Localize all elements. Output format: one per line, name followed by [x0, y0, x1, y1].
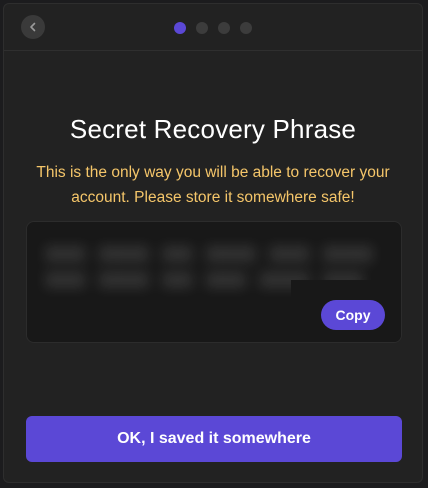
step-indicator [4, 22, 422, 34]
page-title: Secret Recovery Phrase [69, 114, 357, 144]
warning-message: This is the only way you will be able to… [36, 164, 390, 206]
step-dot [174, 22, 186, 34]
copy-button[interactable]: Copy [321, 300, 385, 330]
onboarding-panel: Secret Recovery Phrase This is the only … [3, 3, 423, 483]
step-dot [196, 22, 208, 34]
header-bar [4, 4, 422, 51]
recovery-phrase-box: ░░░░ ░░░░░ ░░░ ░░░░░ ░░░░ ░░░░░ ░░░░ ░░░… [26, 221, 402, 343]
step-dot [218, 22, 230, 34]
step-dot [240, 22, 252, 34]
confirm-saved-button[interactable]: OK, I saved it somewhere [26, 416, 402, 462]
